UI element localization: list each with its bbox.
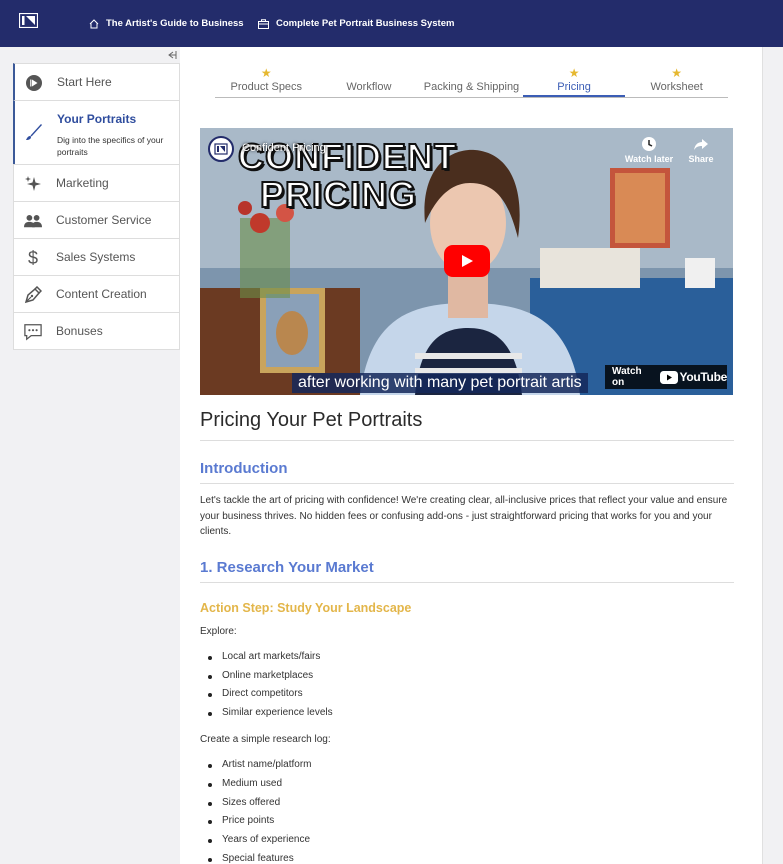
video-caption: after working with many pet portrait art… bbox=[292, 373, 588, 393]
main-content: ★ Product Specs Workflow Packing & Shipp… bbox=[180, 47, 762, 864]
breadcrumb-module[interactable]: Complete Pet Portrait Business System bbox=[258, 0, 454, 47]
star-icon: ★ bbox=[671, 66, 683, 80]
list-item: Years of experience bbox=[200, 831, 734, 850]
sidebar-item-label: Your Portraits bbox=[57, 112, 137, 126]
sidebar-item-label: Content Creation bbox=[56, 287, 147, 301]
tab-label: Workflow bbox=[346, 81, 392, 93]
list-item: Medium used bbox=[200, 775, 734, 794]
section-heading-introduction: Introduction bbox=[200, 460, 734, 484]
research-log-label: Create a simple research log: bbox=[200, 733, 331, 745]
sidebar-item-start-here[interactable]: Start Here bbox=[13, 63, 180, 101]
intro-paragraph: Let's tackle the art of pricing with con… bbox=[200, 495, 728, 537]
pen-nib-icon bbox=[24, 286, 42, 304]
page-title: Pricing Your Pet Portraits bbox=[200, 409, 734, 441]
section-heading-research: 1. Research Your Market bbox=[200, 559, 734, 583]
list-item: Price points bbox=[200, 812, 734, 831]
list-item: Online marketplaces bbox=[200, 667, 734, 686]
youtube-wordmark: YouTube bbox=[679, 370, 728, 384]
list-item: Sizes offered bbox=[200, 794, 734, 813]
sidebar: Start Here Your Portraits Dig into the s… bbox=[13, 63, 180, 350]
collapse-sidebar-icon[interactable] bbox=[165, 49, 177, 61]
tab-worksheet[interactable]: ★ Worksheet bbox=[625, 66, 728, 97]
clock-icon bbox=[642, 137, 656, 151]
watch-later-label: Watch later bbox=[624, 154, 674, 164]
tab-workflow[interactable]: Workflow bbox=[318, 67, 421, 97]
tab-pricing[interactable]: ★ Pricing bbox=[522, 66, 626, 97]
explore-list: Local art markets/fairs Online marketpla… bbox=[200, 648, 734, 723]
watch-later-button[interactable]: Watch later bbox=[623, 136, 675, 164]
sidebar-item-bonuses[interactable]: Bonuses bbox=[13, 312, 180, 350]
share-button[interactable]: Share bbox=[683, 136, 719, 164]
breadcrumb-course-label: The Artist's Guide to Business bbox=[106, 18, 244, 29]
tab-label: Packing & Shipping bbox=[423, 81, 520, 93]
tab-packing-shipping[interactable]: Packing & Shipping bbox=[420, 67, 523, 97]
sidebar-item-label: Start Here bbox=[57, 75, 112, 89]
video-player[interactable]: CONFIDENT PRICING Confident Pricing Watc… bbox=[200, 128, 733, 395]
video-title[interactable]: Confident Pricing bbox=[242, 142, 326, 154]
people-icon bbox=[24, 212, 42, 230]
sidebar-item-description: Dig into the specifics of your portraits bbox=[57, 135, 164, 157]
play-button[interactable] bbox=[444, 245, 490, 277]
star-icon: ★ bbox=[260, 66, 272, 80]
lesson-tabs: ★ Product Specs Workflow Packing & Shipp… bbox=[215, 66, 728, 98]
explore-label: Explore: bbox=[200, 625, 237, 637]
star-icon: ★ bbox=[568, 66, 580, 80]
sidebar-item-marketing[interactable]: Marketing bbox=[13, 164, 180, 202]
video-title-line-2: PRICING bbox=[259, 174, 418, 215]
tab-product-specs[interactable]: ★ Product Specs bbox=[215, 66, 318, 97]
play-circle-icon bbox=[25, 74, 43, 92]
youtube-logo: YouTube bbox=[659, 370, 728, 384]
breadcrumb-module-label: Complete Pet Portrait Business System bbox=[276, 18, 455, 29]
breadcrumb-course[interactable]: The Artist's Guide to Business bbox=[89, 0, 244, 47]
sidebar-item-customer-service[interactable]: Customer Service bbox=[13, 201, 180, 239]
share-arrow-icon bbox=[694, 139, 708, 150]
sidebar-item-label: Customer Service bbox=[56, 213, 152, 227]
sparkle-icon bbox=[24, 175, 42, 193]
top-navbar: The Artist's Guide to Business Complete … bbox=[0, 0, 783, 47]
home-icon bbox=[89, 18, 99, 28]
sidebar-item-sales-systems[interactable]: $ Sales Systems bbox=[13, 238, 180, 276]
channel-avatar[interactable] bbox=[208, 136, 234, 162]
sidebar-item-label: Bonuses bbox=[56, 324, 103, 338]
list-item: Special features bbox=[200, 850, 734, 864]
chat-dots-icon bbox=[24, 323, 42, 341]
sidebar-item-your-portraits[interactable]: Your Portraits Dig into the specifics of… bbox=[13, 100, 180, 165]
watch-on-youtube-button[interactable]: Watch on YouTube bbox=[605, 365, 727, 389]
youtube-icon bbox=[659, 370, 678, 384]
list-item: Direct competitors bbox=[200, 685, 734, 704]
list-item: Artist name/platform bbox=[200, 756, 734, 775]
briefcase-icon bbox=[258, 18, 269, 29]
list-item: Similar experience levels bbox=[200, 704, 734, 723]
sidebar-item-label: Marketing bbox=[56, 176, 109, 190]
action-step-heading: Action Step: Study Your Landscape bbox=[200, 600, 412, 615]
logo-icon[interactable] bbox=[19, 13, 38, 28]
dollar-icon: $ bbox=[27, 247, 38, 268]
sidebar-item-label: Sales Systems bbox=[56, 250, 136, 264]
share-label: Share bbox=[688, 154, 714, 164]
tab-label: Worksheet bbox=[650, 81, 703, 93]
play-icon bbox=[462, 255, 473, 267]
list-item: Local art markets/fairs bbox=[200, 648, 734, 667]
page-scrollbar[interactable] bbox=[762, 47, 783, 864]
tab-label: Pricing bbox=[557, 81, 591, 93]
tab-label: Product Specs bbox=[230, 81, 303, 93]
watch-on-label: Watch on bbox=[612, 366, 642, 388]
article: Pricing Your Pet Portraits Introduction … bbox=[200, 409, 734, 864]
brush-icon bbox=[25, 123, 43, 141]
sidebar-item-content-creation[interactable]: Content Creation bbox=[13, 275, 180, 313]
research-log-list: Artist name/platform Medium used Sizes o… bbox=[200, 756, 734, 864]
